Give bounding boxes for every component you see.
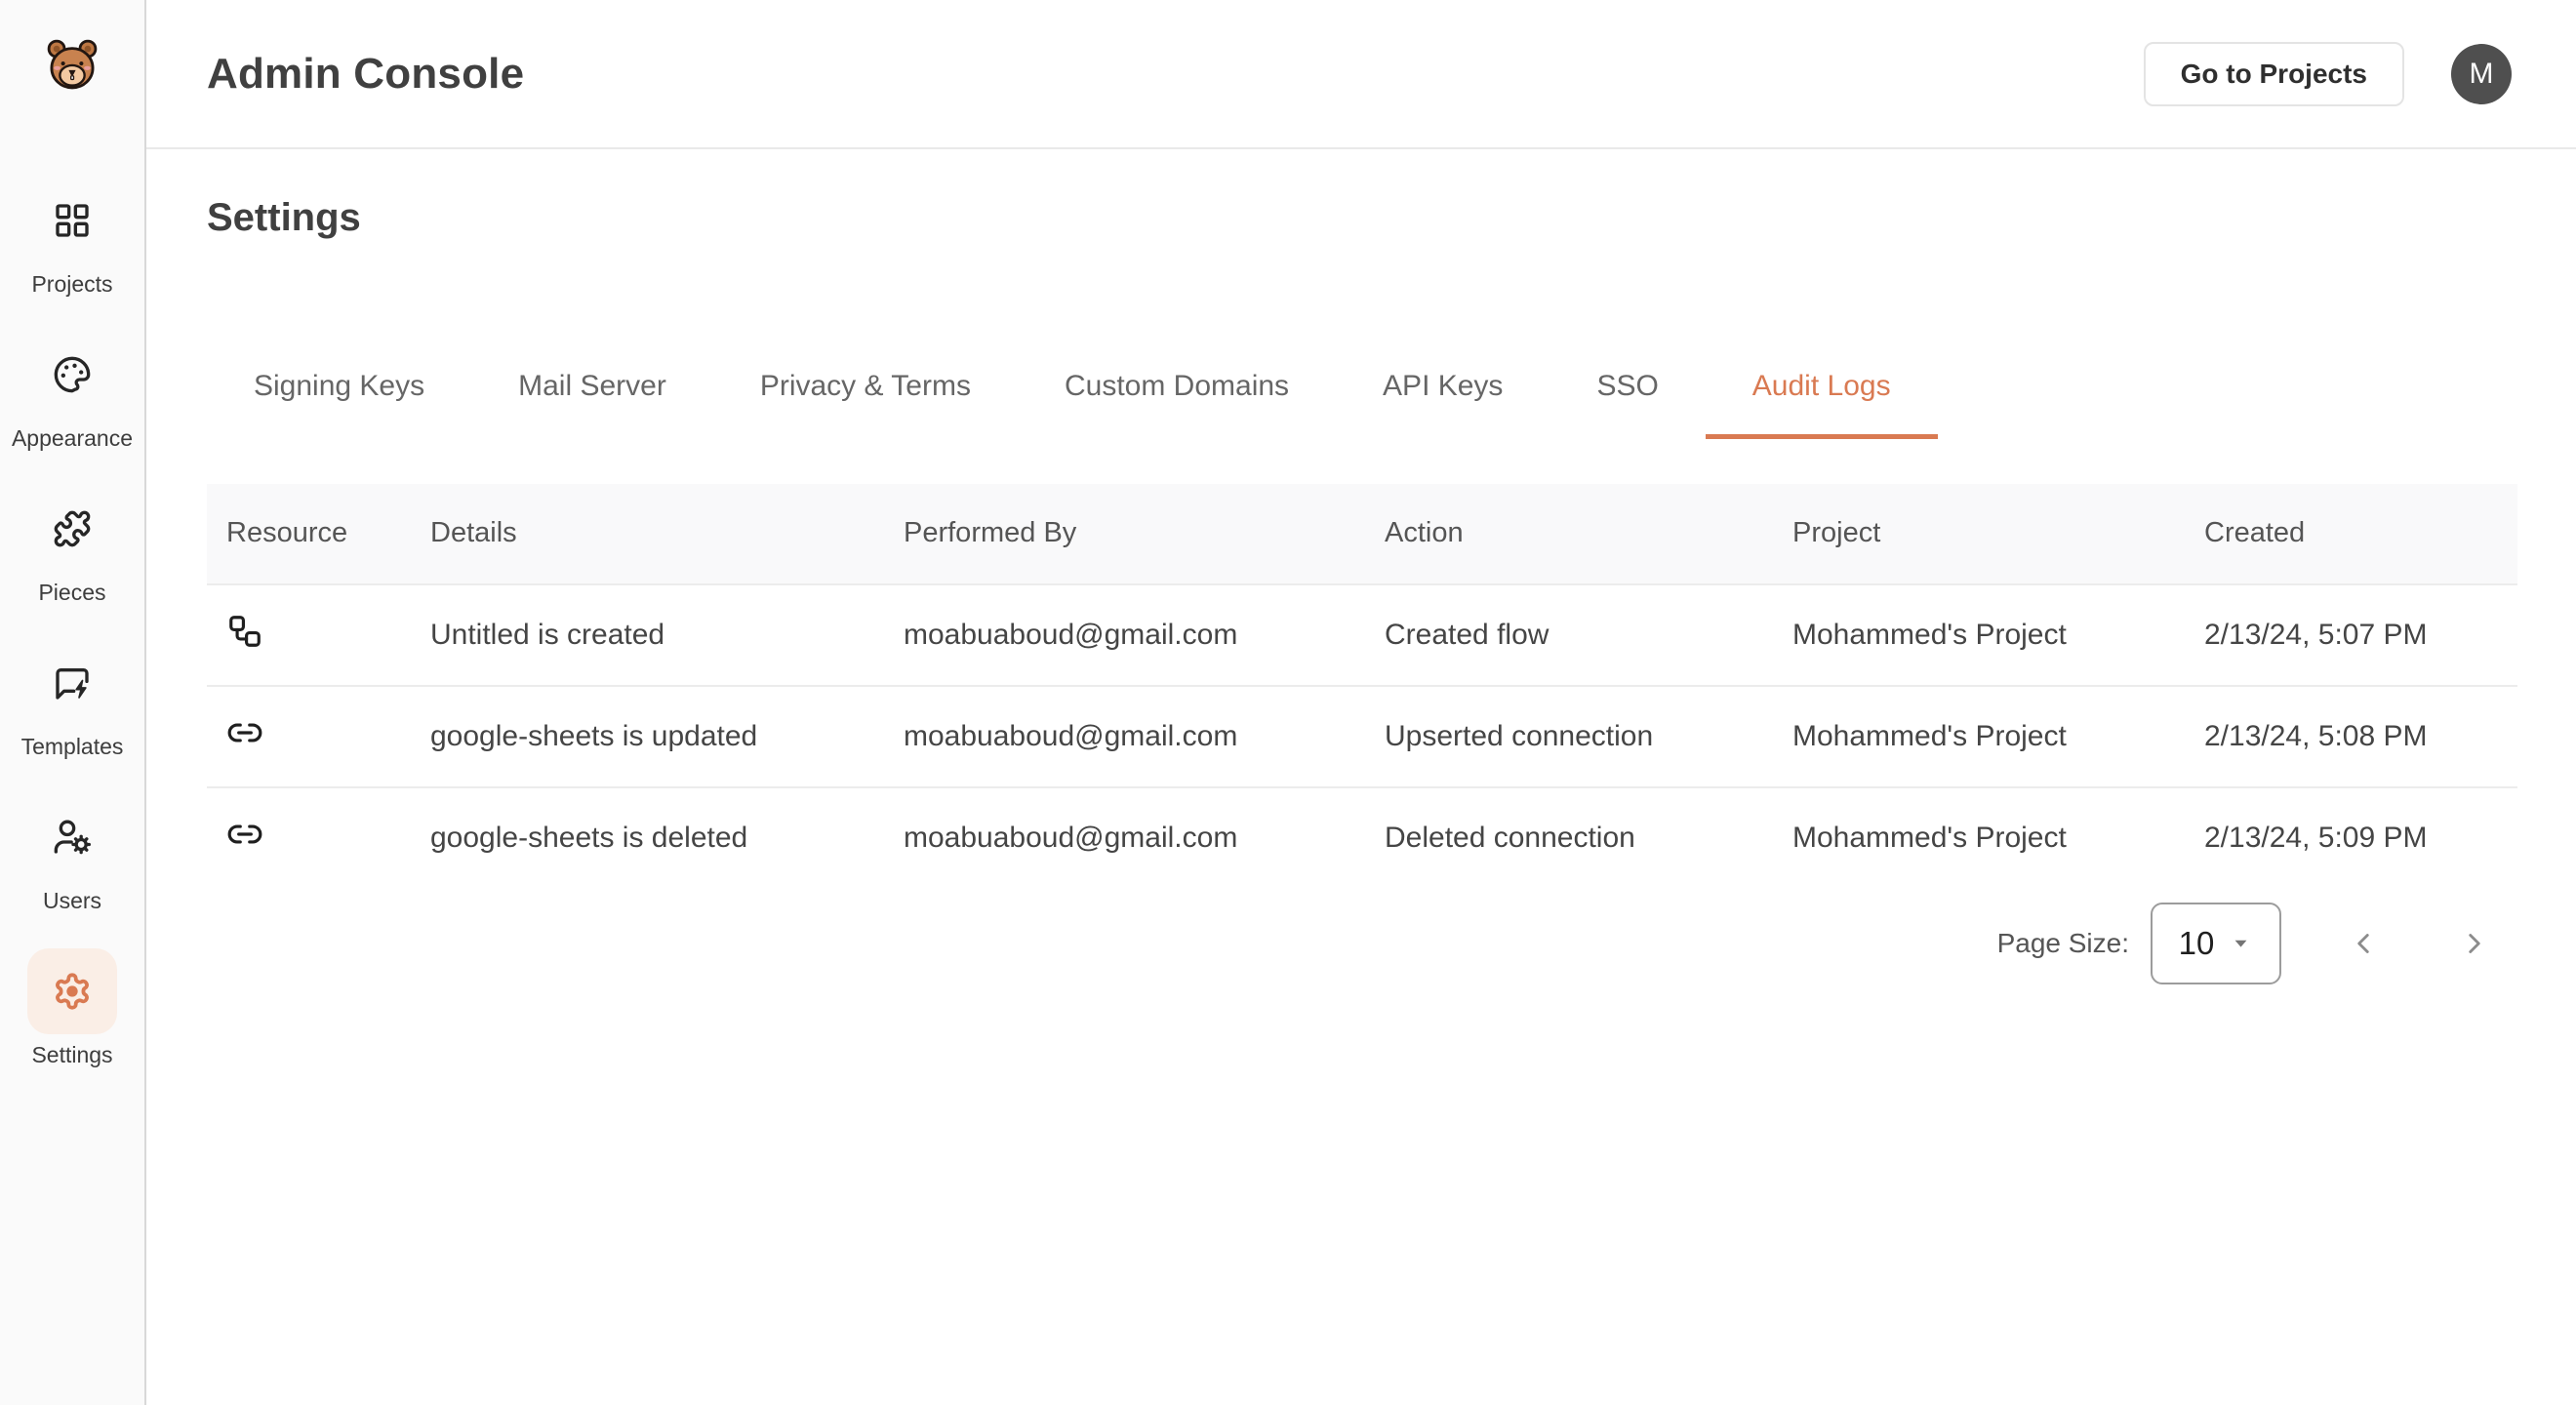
main-column: Admin Console Go to Projects M Settings … [146,0,2576,1405]
tab-custom-domains[interactable]: Custom Domains [1018,365,1336,408]
cell-details: google-sheets is deleted [411,787,884,889]
sidebar-item-label: Pieces [38,580,105,606]
nav-icon-container [27,332,117,418]
table-row: Untitled is createdmoabuaboud@gmail.comC… [207,584,2517,686]
link-icon [226,816,263,853]
caret-down-icon [2229,931,2253,955]
chevron-right-icon [2458,927,2491,960]
cell-created: 2/13/24, 5:07 PM [2185,584,2517,686]
next-page-button[interactable] [2445,914,2504,973]
app-header: Admin Console Go to Projects M [146,0,2576,149]
page-size-label: Page Size: [1997,928,2129,959]
settings-page: Settings Signing KeysMail ServerPrivacy … [146,149,2576,984]
sidebar-item-label: Users [43,888,101,914]
nav-icon-container [27,486,117,572]
page-size-dropdown[interactable]: 10 [2151,903,2281,984]
template-flash-icon [53,663,92,702]
grid-icon [53,201,92,240]
column-header-performed-by: Performed By [884,484,1365,584]
sidebar-item-users[interactable]: Users [4,794,141,914]
sidebar-item-label: Projects [31,271,112,298]
cell-action: Deleted connection [1365,787,1773,889]
sidebar-item-label: Templates [21,734,124,760]
sidebar-item-appearance[interactable]: Appearance [4,332,141,452]
cell-project: Mohammed's Project [1773,787,2185,889]
previous-page-button[interactable] [2334,914,2393,973]
cell-created: 2/13/24, 5:09 PM [2185,787,2517,889]
chevron-left-icon [2347,927,2380,960]
cell-project: Mohammed's Project [1773,584,2185,686]
page-title: Admin Console [207,50,2144,99]
nav-icon-container [27,794,117,880]
workflow-icon [226,613,263,650]
cell-details: google-sheets is updated [411,686,884,787]
tab-audit-logs[interactable]: Audit Logs [1706,365,1938,408]
link-icon [226,714,263,751]
cell-action: Created flow [1365,584,1773,686]
sidebar-nav: Projects Appearance Pieces Templates Users Se… [4,178,141,1103]
sidebar-item-projects[interactable]: Projects [4,178,141,298]
column-header-action: Action [1365,484,1773,584]
nav-icon-container [27,948,117,1034]
gear-icon [53,972,92,1011]
column-header-project: Project [1773,484,2185,584]
table-row: google-sheets is updatedmoabuaboud@gmail… [207,686,2517,787]
cell-project: Mohammed's Project [1773,686,2185,787]
user-cog-icon [53,818,92,857]
table-row: google-sheets is deletedmoabuaboud@gmail… [207,787,2517,889]
section-heading: Settings [207,194,2517,241]
table-body: Untitled is createdmoabuaboud@gmail.comC… [207,584,2517,889]
cell-performed-by: moabuaboud@gmail.com [884,787,1365,889]
column-header-created: Created [2185,484,2517,584]
settings-tabs: Signing KeysMail ServerPrivacy & TermsCu… [207,365,2517,408]
audit-logs-table: ResourceDetailsPerformed ByActionProject… [207,484,2517,889]
cell-resource [207,584,411,686]
sidebar-item-settings[interactable]: Settings [4,948,141,1068]
avatar[interactable]: M [2451,44,2512,104]
tab-mail-server[interactable]: Mail Server [471,365,713,408]
table-header-row: ResourceDetailsPerformed ByActionProject… [207,484,2517,584]
page-size-value: 10 [2179,925,2215,962]
bear-logo-icon [43,35,101,94]
puzzle-icon [53,509,92,548]
cell-details: Untitled is created [411,584,884,686]
column-header-resource: Resource [207,484,411,584]
cell-performed-by: moabuaboud@gmail.com [884,686,1365,787]
nav-icon-container [27,640,117,726]
sidebar-item-templates[interactable]: Templates [4,640,141,760]
cell-resource [207,686,411,787]
tab-sso[interactable]: SSO [1550,365,1705,408]
cell-resource [207,787,411,889]
tab-api-keys[interactable]: API Keys [1336,365,1550,408]
sidebar-item-label: Appearance [12,425,133,452]
tab-privacy-terms[interactable]: Privacy & Terms [713,365,1018,408]
pagination: Page Size: 10 [207,903,2517,984]
cell-action: Upserted connection [1365,686,1773,787]
cell-created: 2/13/24, 5:08 PM [2185,686,2517,787]
palette-icon [53,355,92,394]
sidebar: Projects Appearance Pieces Templates Users Se… [0,0,146,1405]
go-to-projects-button[interactable]: Go to Projects [2144,42,2404,106]
column-header-details: Details [411,484,884,584]
nav-icon-container [27,178,117,263]
sidebar-item-pieces[interactable]: Pieces [4,486,141,606]
sidebar-item-label: Settings [31,1042,112,1068]
cell-performed-by: moabuaboud@gmail.com [884,584,1365,686]
tab-signing-keys[interactable]: Signing Keys [207,365,471,408]
